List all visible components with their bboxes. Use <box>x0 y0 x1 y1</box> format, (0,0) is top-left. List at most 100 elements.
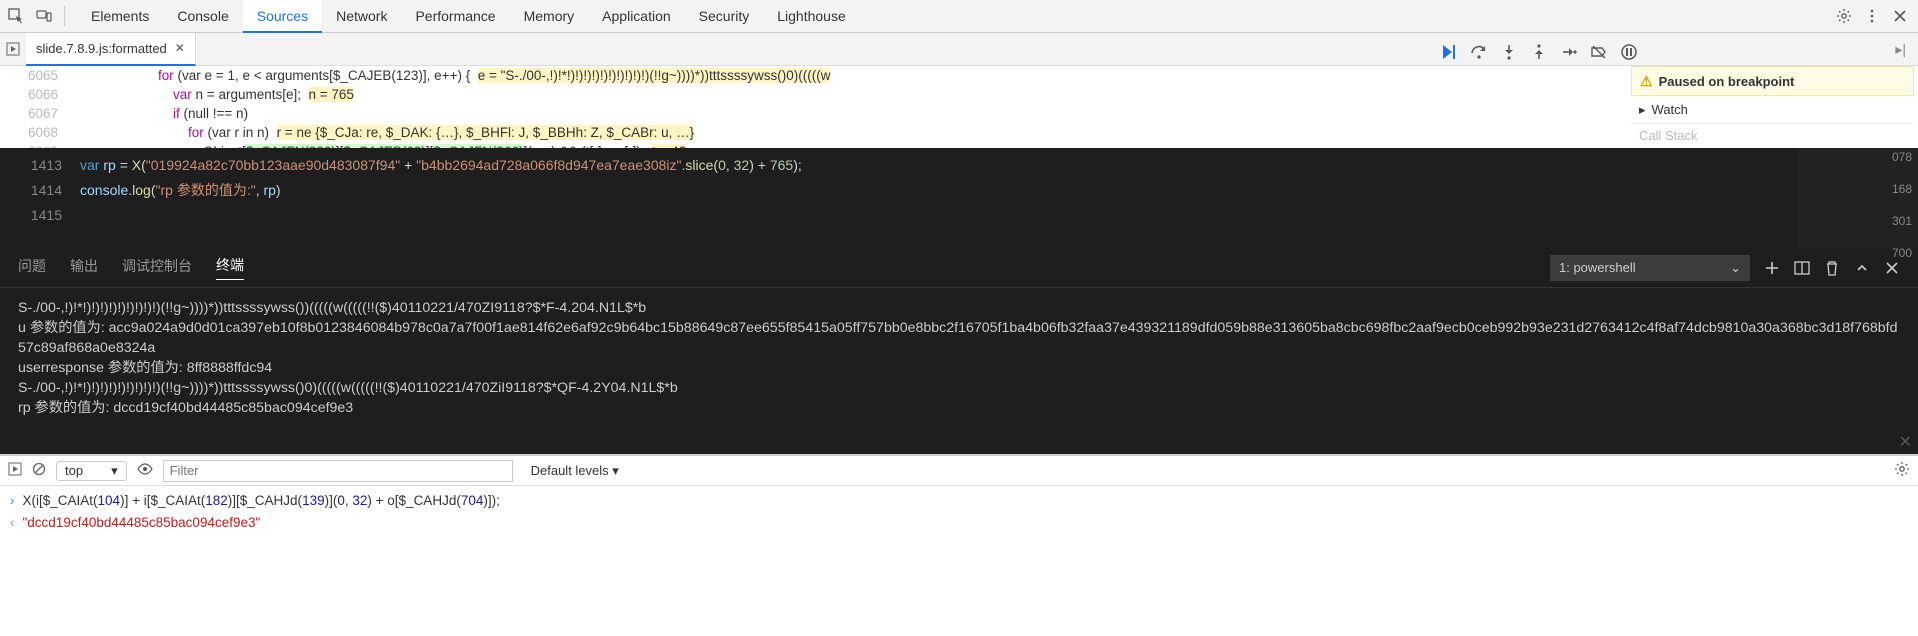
tick: 078 <box>1878 150 1912 164</box>
kw-if: if <box>173 106 180 121</box>
tab-lighthouse[interactable]: Lighthouse <box>763 0 860 33</box>
step-into-icon[interactable] <box>1500 43 1518 61</box>
comma: , <box>726 157 734 173</box>
tail: ) <box>276 182 281 198</box>
var-rp: rp <box>99 157 119 173</box>
terminal-pane: 问题 输出 调试控制台 终端 1: powershell ⌄ S-./00-,!… <box>0 248 1918 454</box>
watch-section-header[interactable]: ▸ Watch <box>1631 96 1914 124</box>
num: 765 <box>770 157 793 173</box>
file-tab-name: slide.7.8.9.js:formatted <box>36 41 167 56</box>
n: 104 <box>98 493 121 508</box>
tab-problems[interactable]: 问题 <box>18 256 46 280</box>
fn-x: X <box>132 157 141 173</box>
tick: 168 <box>1878 182 1912 196</box>
n: 139 <box>302 493 325 508</box>
tail: ); <box>793 157 802 173</box>
callstack-section-header[interactable]: Call Stack <box>1631 124 1914 146</box>
pause-on-exceptions-icon[interactable] <box>1620 43 1638 61</box>
t: ) + o[ <box>367 493 398 508</box>
settings-gear-icon[interactable] <box>1836 8 1852 24</box>
tab-elements[interactable]: Elements <box>77 0 163 33</box>
warning-icon: ⚠ <box>1640 73 1653 90</box>
tab-network[interactable]: Network <box>322 0 401 33</box>
kill-terminal-icon[interactable] <box>1824 260 1840 276</box>
terminal-shell-value: 1: powershell <box>1559 260 1636 275</box>
console-drawer: ✕ top ▾ Default levels ▾ X(i[$_CAIAt(104… <box>0 454 1918 538</box>
execution-context-value: top <box>65 463 83 478</box>
inline-value: e = "S-./00-,!)!*!)!)!)!)!)!)!)!)!)!)(!!… <box>478 68 831 83</box>
execution-context-select[interactable]: top ▾ <box>56 461 127 481</box>
devtools-tabs: Elements Console Sources Network Perform… <box>77 0 860 33</box>
step-over-icon[interactable] <box>1470 43 1488 61</box>
watch-label: Watch <box>1652 102 1688 117</box>
close-panel-icon[interactable] <box>1884 260 1900 276</box>
line-number: 1414 <box>0 178 62 203</box>
line-number: 6065 <box>0 66 58 85</box>
kw-var: var <box>173 87 192 102</box>
line-number: 6067 <box>0 104 58 123</box>
step-icon[interactable] <box>1560 43 1578 61</box>
tab-debug-console[interactable]: 调试控制台 <box>122 256 192 280</box>
tab-application[interactable]: Application <box>588 0 685 33</box>
kw-for: for <box>158 68 174 83</box>
terminal-shell-select[interactable]: 1: powershell ⌄ <box>1550 255 1750 281</box>
console-body[interactable]: X(i[$_CAIAt(104)] + i[$_CAIAt(182)][$_CA… <box>0 486 1918 538</box>
more-menu-icon[interactable] <box>1864 8 1880 24</box>
inspect-element-icon[interactable] <box>8 8 24 24</box>
maximize-panel-icon[interactable] <box>1854 260 1870 276</box>
close-console-drawer-icon[interactable]: ✕ <box>1899 432 1912 452</box>
light-gutter: 6065 6066 6067 6068 6069 <box>0 66 68 148</box>
t: X(i[ <box>23 493 43 508</box>
tab-nav-arrows: ▸| <box>1895 41 1918 58</box>
console-sidebar-toggle-icon[interactable] <box>8 462 22 479</box>
tab-nav-right-icon[interactable]: ▸| <box>1895 41 1906 58</box>
clear-console-icon[interactable] <box>32 462 46 479</box>
inline-value: r = ne {$_CJa: re, $_DAK: {…}, $_BHFl: J… <box>277 125 695 140</box>
deactivate-breakpoints-icon[interactable] <box>1590 43 1608 61</box>
tab-console[interactable]: Console <box>163 0 242 33</box>
log-levels-select[interactable]: Default levels ▾ <box>531 463 619 479</box>
file-tab-active[interactable]: slide.7.8.9.js:formatted ✕ <box>26 33 196 66</box>
op-eq: = <box>120 157 132 173</box>
tab-security[interactable]: Security <box>685 0 764 33</box>
num: 32 <box>734 157 750 173</box>
tab-sources[interactable]: Sources <box>243 0 322 33</box>
paused-banner-text: Paused on breakpoint <box>1659 74 1795 89</box>
paren: ) + <box>749 157 770 173</box>
step-out-icon[interactable] <box>1530 43 1548 61</box>
close-file-tab-icon[interactable]: ✕ <box>175 41 185 55</box>
device-toggle-icon[interactable] <box>36 8 52 24</box>
tab-memory[interactable]: Memory <box>510 0 589 33</box>
t: ] + i[ <box>125 493 151 508</box>
t: $_CAIAt( <box>150 493 205 508</box>
split-terminal-icon[interactable] <box>1794 260 1810 276</box>
chevron-right-icon: ▸ <box>1639 102 1646 118</box>
n: 182 <box>205 493 228 508</box>
live-expression-icon[interactable] <box>137 463 153 478</box>
code-text: (var r in n) <box>204 125 277 140</box>
console-filter-input[interactable] <box>163 460 513 482</box>
dark-editor-pane[interactable]: 1413 1414 1415 var rp = X("019924a82c70b… <box>0 148 1918 248</box>
terminal-body[interactable]: S-./00-,!)!*!)!)!)!)!)!)!)!)!)(!!g~))))*… <box>0 288 1918 428</box>
console-output-line: "dccd19cf40bd44485c85bac094cef9e3" <box>10 512 1908 534</box>
string-literal: "rp 参数的值为:" <box>156 182 256 198</box>
tab-output[interactable]: 输出 <box>70 256 98 280</box>
navigator-toggle-icon[interactable] <box>0 42 26 56</box>
tab-performance[interactable]: Performance <box>401 0 509 33</box>
new-terminal-icon[interactable] <box>1764 260 1780 276</box>
console-settings-icon[interactable] <box>1894 461 1910 480</box>
resume-icon[interactable] <box>1440 43 1458 61</box>
kw-for: for <box>188 125 204 140</box>
num: 0 <box>718 157 726 173</box>
string-literal: "b4bb2694ad728a066f8d947ea7eae308iz" <box>416 157 681 173</box>
fn-log: log <box>132 182 151 198</box>
line-number: 1413 <box>0 153 62 178</box>
tick: 301 <box>1878 214 1912 228</box>
terminal-line: S-./00-,!)!*!)!)!)!)!)!)!)!)!)(!!g~))))*… <box>18 378 1900 398</box>
close-devtools-icon[interactable] <box>1892 8 1908 24</box>
divider <box>64 6 65 26</box>
string-literal: "019924a82c70bb123aae90d483087f94" <box>146 157 400 173</box>
console-toolbar: top ▾ Default levels ▾ <box>0 456 1918 486</box>
tab-terminal[interactable]: 终端 <box>216 255 244 280</box>
callstack-label: Call Stack <box>1639 128 1698 143</box>
